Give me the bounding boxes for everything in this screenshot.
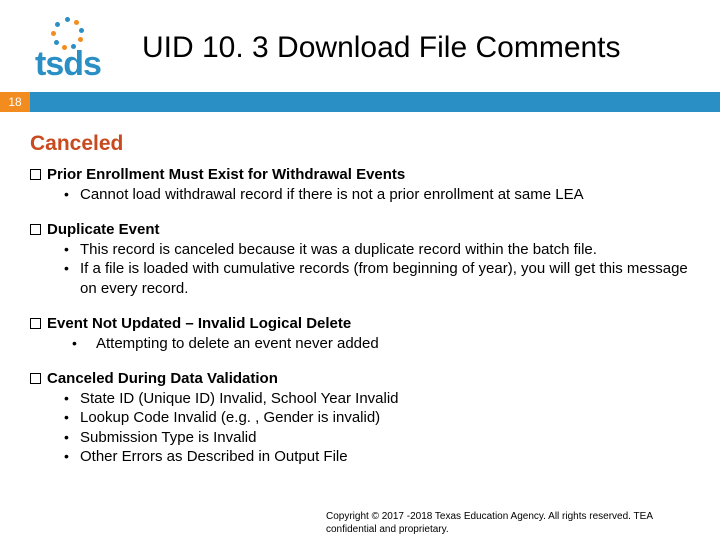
tsds-logo: tsds <box>18 16 118 80</box>
sub-bullet-list: Attempting to delete an event never adde… <box>30 334 690 354</box>
section-heading: Canceled <box>30 130 690 157</box>
sub-bullet: State ID (Unique ID) Invalid, School Yea… <box>64 389 690 409</box>
sub-bullet: If a file is loaded with cumulative reco… <box>64 259 690 298</box>
item-title-text: Event Not Updated – Invalid Logical Dele… <box>47 315 351 332</box>
sub-bullet: Lookup Code Invalid (e.g. , Gender is in… <box>64 408 690 428</box>
content-item: Event Not Updated – Invalid Logical Dele… <box>30 314 690 353</box>
content-area: Canceled Prior Enrollment Must Exist for… <box>0 112 720 467</box>
item-title: Prior Enrollment Must Exist for Withdraw… <box>30 165 690 185</box>
item-title: Canceled During Data Validation <box>30 369 690 389</box>
logo-text: tsds <box>35 49 101 80</box>
item-title: Event Not Updated – Invalid Logical Dele… <box>30 314 690 334</box>
item-title: Duplicate Event <box>30 220 690 240</box>
logo-dot-ring-icon <box>51 17 85 51</box>
checkbox-bullet-icon <box>30 169 41 180</box>
checkbox-bullet-icon <box>30 373 41 384</box>
item-title-text: Canceled During Data Validation <box>47 370 278 387</box>
content-item: Duplicate Event This record is canceled b… <box>30 220 690 298</box>
content-item: Canceled During Data Validation State ID … <box>30 369 690 467</box>
sub-bullet: Cannot load withdrawal record if there i… <box>64 185 690 205</box>
sub-bullet-list: State ID (Unique ID) Invalid, School Yea… <box>30 389 690 467</box>
sub-bullet: Attempting to delete an event never adde… <box>64 334 690 354</box>
item-title-text: Duplicate Event <box>47 221 160 238</box>
item-title-text: Prior Enrollment Must Exist for Withdraw… <box>47 166 405 183</box>
sub-bullet-list: Cannot load withdrawal record if there i… <box>30 185 690 205</box>
page-title: UID 10. 3 Download File Comments <box>142 31 621 66</box>
title-band: 18 <box>0 92 720 112</box>
slide: tsds UID 10. 3 Download File Comments 18… <box>0 0 720 540</box>
checkbox-bullet-icon <box>30 224 41 235</box>
slide-number-badge: 18 <box>0 92 30 112</box>
checkbox-bullet-icon <box>30 318 41 329</box>
footer-copyright: Copyright © 2017 -2018 Texas Education A… <box>326 511 696 536</box>
content-item: Prior Enrollment Must Exist for Withdraw… <box>30 165 690 204</box>
sub-bullet-list: This record is canceled because it was a… <box>30 240 690 299</box>
sub-bullet: Other Errors as Described in Output File <box>64 447 690 467</box>
header: tsds UID 10. 3 Download File Comments <box>0 0 720 90</box>
sub-bullet: Submission Type is Invalid <box>64 428 690 448</box>
sub-bullet: This record is canceled because it was a… <box>64 240 690 260</box>
items-list: Prior Enrollment Must Exist for Withdraw… <box>30 165 690 467</box>
